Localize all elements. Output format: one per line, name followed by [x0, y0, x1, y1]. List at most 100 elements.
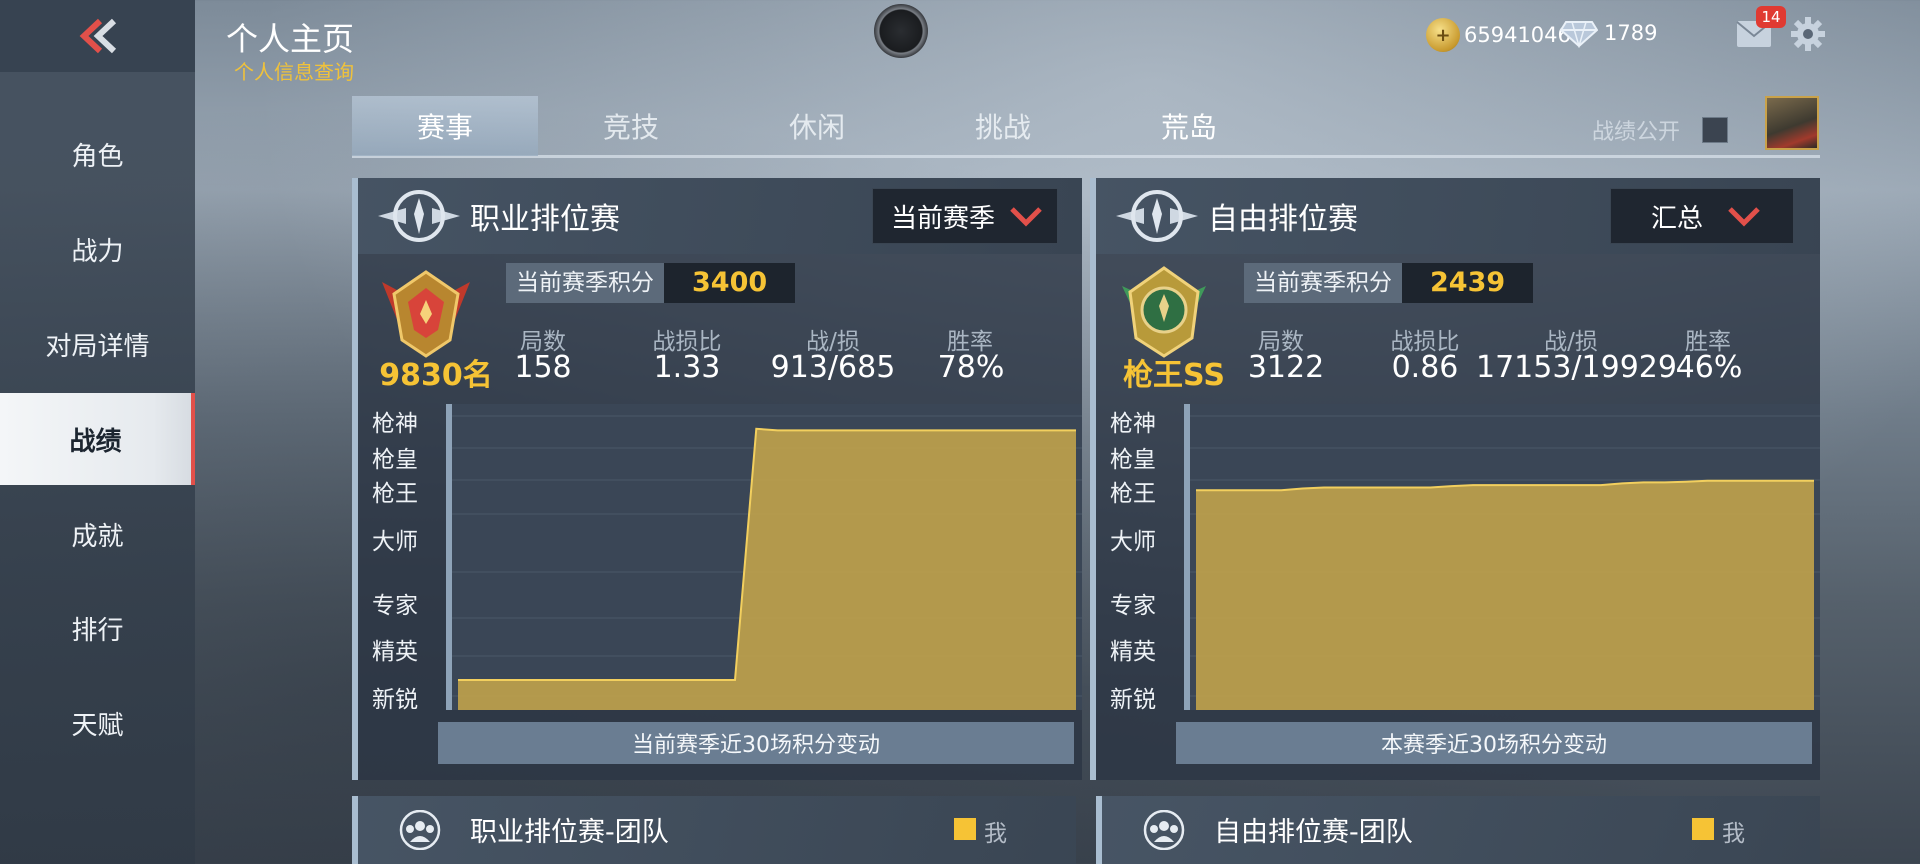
chevron-down-icon	[1010, 207, 1042, 227]
coin-icon: +	[1426, 18, 1460, 52]
stat-value-kd: 1.33	[653, 350, 721, 385]
sidebar-item-label: 成就	[71, 521, 124, 552]
camera-icon	[874, 4, 928, 58]
summary-dropdown[interactable]: 汇总	[1610, 188, 1794, 244]
tier-label: 新锐	[1110, 687, 1156, 713]
tier-label: 新锐	[372, 687, 418, 713]
team-panel-title: 职业排位赛-团队	[470, 817, 669, 848]
rank-name: 枪王SS	[1123, 358, 1225, 393]
chart-caption: 当前赛季近30场积分变动	[438, 722, 1074, 764]
pro-ranked-panel: 职业排位赛 当前赛季 9830名 当前赛季积分 3400 局数 158 战损比 …	[352, 178, 1082, 780]
tier-label: 大师	[1110, 529, 1156, 555]
back-button[interactable]	[0, 0, 195, 72]
tab-casual[interactable]: 休闲	[724, 96, 910, 156]
score-change-chart	[1184, 404, 1820, 710]
rank-badge-icon	[382, 270, 470, 358]
tab-label: 赛事	[416, 111, 473, 144]
coin-balance: + 65941046	[1426, 18, 1571, 52]
tier-label: 枪神	[1110, 411, 1156, 437]
season-dropdown[interactable]: 当前赛季	[872, 188, 1059, 244]
season-score-label: 当前赛季积分	[506, 263, 664, 303]
stat-value-kills-deaths: 913/685	[770, 350, 896, 385]
mail-count-badge: 14	[1756, 6, 1786, 28]
pro-ranked-team-panel[interactable]: 职业排位赛-团队 我	[352, 796, 1076, 864]
dropdown-value: 当前赛季	[891, 203, 996, 234]
score-change-chart	[446, 404, 1082, 710]
season-score-value: 3400	[664, 263, 796, 303]
tier-label: 专家	[372, 593, 418, 619]
season-score-label: 当前赛季积分	[1244, 263, 1402, 303]
sidebar-item-record[interactable]: 战绩	[0, 393, 195, 485]
tab-label: 荒岛	[1160, 111, 1217, 144]
avatar[interactable]	[1765, 96, 1819, 150]
sidebar: 角色 战力 对局详情 战绩 成就 排行 天赋	[0, 0, 195, 864]
tier-label: 枪王	[372, 481, 418, 507]
panel-header: 自由排位赛 汇总	[1096, 178, 1820, 254]
sidebar-item-label: 战绩	[69, 426, 122, 457]
sidebar-item-label: 角色	[71, 141, 124, 172]
legend-swatch	[1692, 818, 1714, 840]
season-score-value: 2439	[1402, 263, 1534, 303]
dropdown-value: 汇总	[1651, 203, 1704, 234]
legend-label: 我	[1722, 821, 1745, 847]
season-score: 当前赛季积分 2439	[1244, 263, 1534, 303]
rank-badge-icon	[1122, 266, 1206, 358]
team-icon	[1143, 810, 1185, 850]
tier-label: 精英	[372, 639, 418, 665]
tier-axis	[446, 404, 452, 710]
team-icon	[399, 810, 441, 850]
stat-value-matches: 3122	[1247, 350, 1325, 385]
back-arrow-icon	[79, 18, 116, 54]
tab-challenge[interactable]: 挑战	[910, 96, 1096, 156]
stat-value-winrate: 46%	[1675, 350, 1743, 385]
tab-label: 休闲	[788, 111, 845, 144]
panel-header: 职业排位赛 当前赛季	[358, 178, 1082, 254]
sidebar-item-label: 天赋	[71, 710, 124, 741]
coin-amount: 65941046	[1464, 23, 1571, 47]
gear-icon[interactable]	[1790, 16, 1826, 52]
legend-label: 我	[984, 821, 1007, 847]
stat-value-kd: 0.86	[1391, 350, 1459, 385]
rank-name: 9830名	[379, 358, 493, 393]
diamond-icon	[1560, 21, 1598, 48]
sidebar-item-label: 战力	[71, 236, 124, 267]
page-title: 个人主页	[226, 20, 355, 58]
tab-events[interactable]: 赛事	[352, 96, 538, 156]
record-public-label: 战绩公开	[1592, 120, 1681, 145]
free-ranked-team-panel[interactable]: 自由排位赛-团队 我	[1096, 796, 1820, 864]
tier-label: 枪皇	[1110, 447, 1156, 473]
tab-label: 挑战	[974, 111, 1031, 144]
tab-island[interactable]: 荒岛	[1096, 96, 1282, 156]
record-public-checkbox[interactable]	[1702, 117, 1728, 143]
tab-competitive[interactable]: 竞技	[538, 96, 724, 156]
tier-label: 专家	[1110, 593, 1156, 619]
stat-value-kills-deaths: 17153/19929	[1476, 350, 1677, 385]
tier-label: 枪神	[372, 411, 418, 437]
tab-label: 竞技	[602, 111, 659, 144]
panel-title: 职业排位赛	[470, 202, 620, 237]
season-score: 当前赛季积分 3400	[506, 263, 796, 303]
page-subtitle: 个人信息查询	[234, 60, 354, 84]
ranked-emblem-icon	[1116, 190, 1198, 242]
sidebar-item-match-details[interactable]: 对局详情	[0, 298, 195, 390]
stat-value-winrate: 78%	[937, 350, 1005, 385]
stat-value-matches: 158	[514, 350, 572, 385]
tier-label: 大师	[372, 529, 418, 555]
sidebar-item-ranking[interactable]: 排行	[0, 582, 195, 674]
team-panel-title: 自由排位赛-团队	[1214, 817, 1413, 848]
sidebar-item-power[interactable]: 战力	[0, 203, 195, 295]
tier-label: 枪王	[1110, 481, 1156, 507]
chevron-down-icon	[1728, 207, 1760, 227]
score-area	[1196, 480, 1814, 710]
ranked-emblem-icon	[378, 190, 460, 242]
diamond-amount: 1789	[1604, 21, 1658, 45]
sidebar-item-achievements[interactable]: 成就	[0, 488, 195, 580]
sidebar-item-label: 排行	[71, 615, 124, 646]
sidebar-item-role[interactable]: 角色	[0, 108, 195, 200]
diamond-balance: 1789	[1560, 18, 1657, 48]
sidebar-item-label: 对局详情	[45, 331, 150, 362]
free-ranked-panel: 自由排位赛 汇总 枪王SS 当前赛季积分 2439 局数 3122 战损比 0.…	[1090, 178, 1820, 780]
panel-title: 自由排位赛	[1208, 202, 1358, 237]
sidebar-item-talent[interactable]: 天赋	[0, 677, 195, 769]
chart-caption: 本赛季近30场积分变动	[1176, 722, 1812, 764]
